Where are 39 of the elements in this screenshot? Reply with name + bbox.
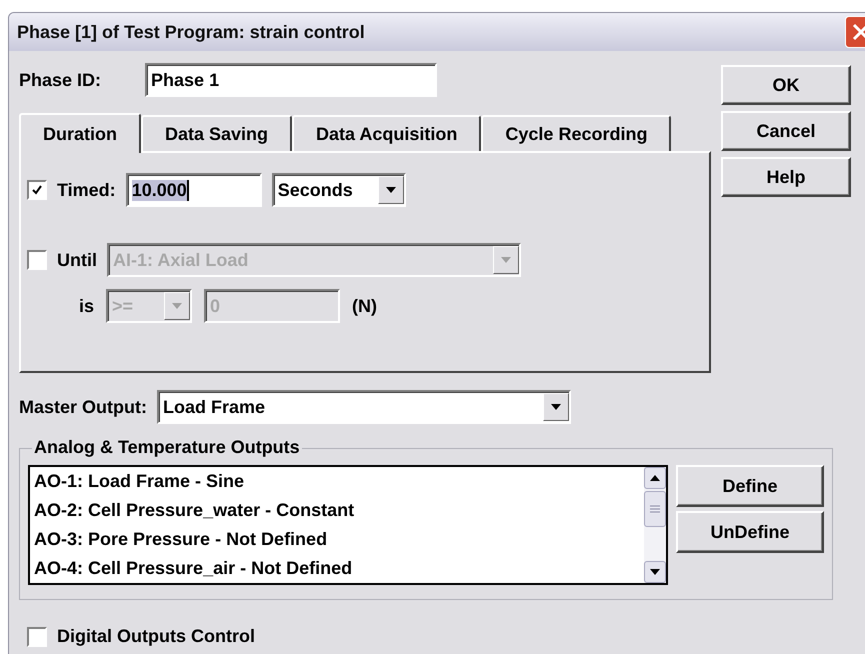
outputs-list[interactable]: AO-1: Load Frame - Sine AO-2: Cell Pressure_water - Constant AO-3: Pore Pressure - Not Defined AO-4: Cell Pressure_air - Not Defined — [28, 465, 668, 585]
grip-icon — [650, 505, 660, 513]
master-output-label: Master Output: — [19, 396, 147, 418]
dropdown-arrow-icon — [172, 303, 182, 309]
phase-id-label: Phase ID: — [19, 70, 102, 90]
window-title: Phase [1] of Test Program: strain control — [17, 22, 365, 42]
digital-outputs-label: Digital Outputs Control — [57, 626, 255, 647]
tab[interactable]: Data Saving — [141, 115, 292, 151]
group-title: Analog & Temperature Outputs — [32, 437, 302, 458]
tab[interactable]: Duration — [19, 113, 141, 153]
scrollbar[interactable] — [644, 467, 666, 583]
tab[interactable]: Data Acquisition — [292, 115, 482, 151]
dropdown-arrow-icon — [650, 569, 660, 575]
list-item[interactable]: AO-2: Cell Pressure_water - Constant — [34, 498, 640, 523]
is-label: is — [79, 296, 94, 316]
list-item[interactable]: AO-1: Load Frame - Sine — [34, 469, 640, 494]
dialog-button[interactable]: Cancel — [721, 111, 851, 151]
checkbox[interactable] — [27, 626, 47, 646]
dialog-button[interactable]: OK — [721, 65, 851, 105]
timed-label: Timed: — [57, 180, 116, 200]
dialog-button[interactable]: Help — [721, 157, 851, 197]
timed-field[interactable]: 10.000 — [126, 173, 262, 207]
until-label: Until — [57, 250, 97, 270]
dropdown-arrow-icon — [551, 404, 561, 410]
scroll-up-icon — [650, 475, 660, 481]
list-item[interactable]: AO-3: Pore Pressure - Not Defined — [34, 527, 640, 552]
output-button[interactable]: UnDefine — [676, 511, 824, 553]
checkbox[interactable] — [27, 180, 47, 200]
unit-label: (N) — [352, 296, 378, 316]
output-button[interactable]: Define — [676, 465, 824, 507]
master-output-dropdown[interactable]: Load Frame — [157, 390, 571, 424]
close-icon — [852, 23, 865, 41]
checkmark-icon — [32, 185, 42, 195]
unit-dropdown[interactable]: Seconds — [272, 173, 406, 207]
dropdown-arrow-icon — [386, 187, 396, 193]
phase-id-field[interactable]: Phase 1 — [145, 63, 438, 97]
dropdown-arrow-icon — [501, 257, 511, 263]
tab[interactable]: Cycle Recording — [481, 115, 672, 151]
list-item[interactable]: AO-4: Cell Pressure_air - Not Defined — [34, 556, 640, 581]
